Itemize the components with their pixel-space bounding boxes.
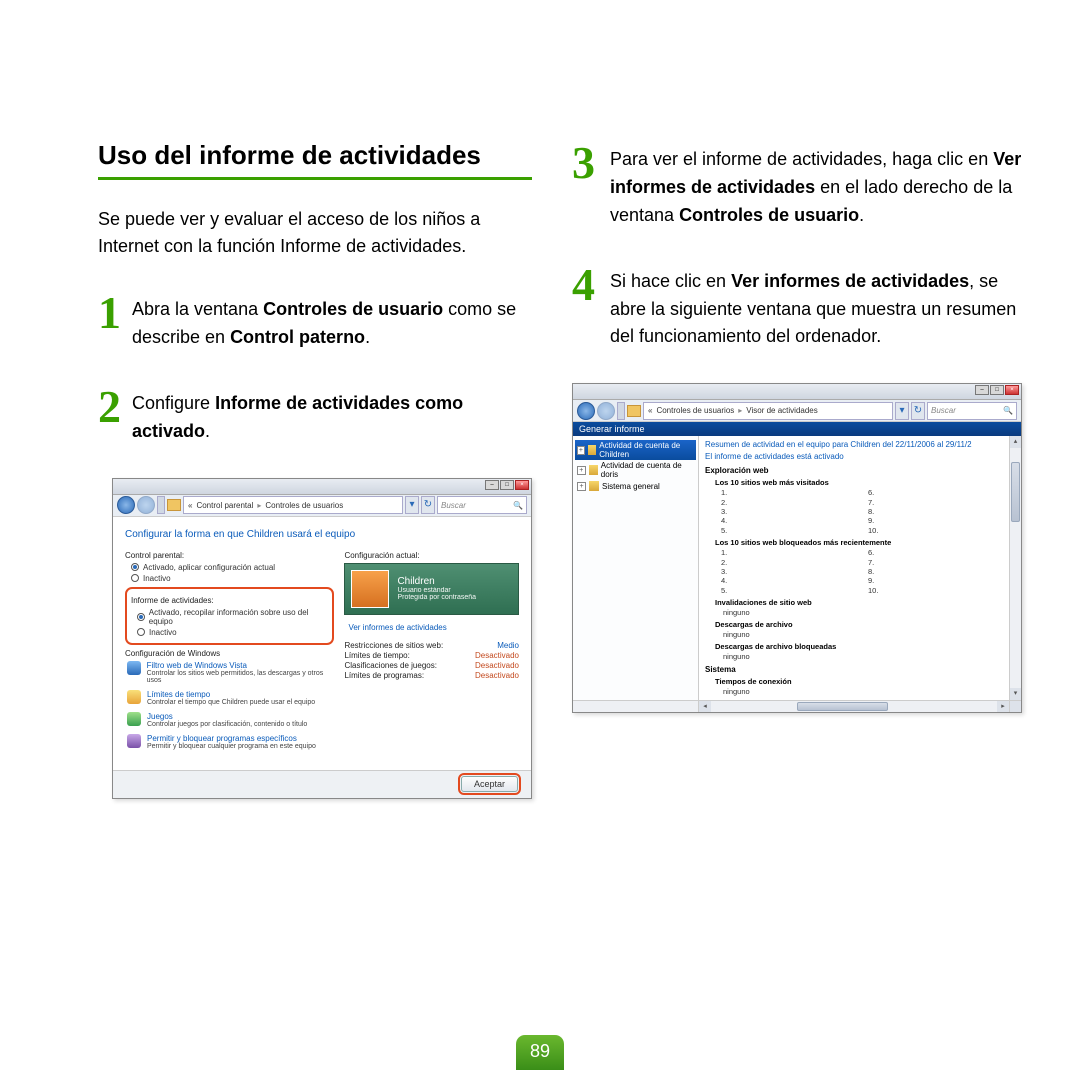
step-4: 4 Si hace clic en Ver informes de activi… bbox=[572, 262, 1022, 352]
section-heading: Uso del informe de actividades bbox=[98, 140, 532, 180]
activity-viewer-window: – □ × « Controles de usuarios ▸ Visor de… bbox=[572, 383, 1022, 713]
radio-on[interactable] bbox=[137, 613, 145, 621]
scroll-up-icon[interactable]: ▴ bbox=[1010, 436, 1021, 448]
scroll-thumb[interactable] bbox=[797, 702, 889, 711]
page-number-badge: 89 bbox=[0, 1035, 1080, 1070]
ok-button[interactable]: Aceptar bbox=[461, 776, 518, 792]
games-link[interactable]: Juegos bbox=[147, 712, 307, 721]
history-dropdown[interactable] bbox=[617, 402, 625, 420]
report-panel: Resumen de actividad en el equipo para C… bbox=[699, 436, 1021, 700]
scroll-right-icon[interactable]: ▸ bbox=[997, 701, 1009, 712]
radio-on[interactable] bbox=[131, 563, 139, 571]
search-icon: 🔍 bbox=[513, 501, 523, 510]
step-number: 1 bbox=[98, 290, 124, 352]
breadcrumb[interactable]: « Controles de usuarios ▸ Visor de activ… bbox=[643, 402, 893, 420]
search-input[interactable]: Buscar 🔍 bbox=[437, 496, 527, 514]
scroll-thumb[interactable] bbox=[1011, 462, 1020, 522]
tree-item-doris[interactable]: +Actividad de cuenta de doris bbox=[575, 460, 696, 480]
maximize-button[interactable]: □ bbox=[500, 480, 514, 490]
minimize-button[interactable]: – bbox=[975, 385, 989, 395]
time-limits-link[interactable]: Límites de tiempo bbox=[147, 690, 315, 699]
forward-button[interactable] bbox=[137, 496, 155, 514]
report-icon bbox=[589, 465, 598, 475]
search-input[interactable]: Buscar 🔍 bbox=[927, 402, 1017, 420]
clock-icon bbox=[127, 690, 141, 704]
refresh-button[interactable]: ↻ bbox=[911, 402, 925, 420]
programs-icon bbox=[127, 734, 141, 748]
refresh-dropdown[interactable]: ▾ bbox=[405, 496, 419, 514]
radio-off[interactable] bbox=[137, 628, 145, 636]
maximize-button[interactable]: □ bbox=[990, 385, 1004, 395]
games-icon bbox=[127, 712, 141, 726]
avatar bbox=[351, 570, 389, 608]
minimize-button[interactable]: – bbox=[485, 480, 499, 490]
report-icon bbox=[588, 445, 596, 455]
refresh-dropdown[interactable]: ▾ bbox=[895, 402, 909, 420]
allow-block-link[interactable]: Permitir y bloquear programas específico… bbox=[147, 734, 316, 743]
tree-item-system[interactable]: +Sistema general bbox=[575, 480, 696, 492]
window-titlebar: – □ × bbox=[573, 384, 1021, 400]
step-3: 3 Para ver el informe de actividades, ha… bbox=[572, 140, 1022, 230]
back-button[interactable] bbox=[577, 402, 595, 420]
expand-icon[interactable]: + bbox=[577, 446, 585, 455]
scroll-down-icon[interactable]: ▾ bbox=[1010, 688, 1021, 700]
close-button[interactable]: × bbox=[1005, 385, 1019, 395]
globe-icon bbox=[127, 661, 141, 675]
scroll-left-icon[interactable]: ◂ bbox=[699, 701, 711, 712]
blocked-sites-list: 1.2.3.4.5. 6.7.8.9.10. bbox=[721, 548, 1015, 595]
window-titlebar: – □ × bbox=[113, 479, 531, 495]
web-filter-link[interactable]: Filtro web de Windows Vista bbox=[147, 661, 335, 670]
expand-icon[interactable]: + bbox=[577, 466, 586, 475]
tree-item-children[interactable]: +Actividad de cuenta de Children bbox=[575, 440, 696, 460]
back-button[interactable] bbox=[117, 496, 135, 514]
top-sites-list: 1.2.3.4.5. 6.7.8.9.10. bbox=[721, 488, 1015, 535]
folder-icon bbox=[167, 499, 181, 511]
history-dropdown[interactable] bbox=[157, 496, 165, 514]
step-text: Abra la ventana Controles de usuario com… bbox=[132, 290, 532, 352]
folder-icon bbox=[627, 405, 641, 417]
toolbar-generate-report[interactable]: Generar informe bbox=[573, 422, 1021, 436]
tree-view: +Actividad de cuenta de Children +Activi… bbox=[573, 436, 699, 700]
forward-button[interactable] bbox=[597, 402, 615, 420]
search-icon: 🔍 bbox=[1003, 406, 1013, 415]
horizontal-scrollbar[interactable]: ◂ ▸ bbox=[573, 700, 1021, 712]
intro-paragraph: Se puede ver y evaluar el acceso de los … bbox=[98, 206, 532, 260]
breadcrumb[interactable]: « Control parental ▸ Controles de usuari… bbox=[183, 496, 403, 514]
parental-controls-window: – □ × « Control parental ▸ Controles de … bbox=[112, 478, 532, 799]
highlighted-ok-button: Aceptar bbox=[458, 773, 521, 795]
page-title: Configurar la forma en que Children usar… bbox=[125, 529, 519, 540]
report-icon bbox=[589, 481, 599, 491]
highlighted-activity-reporting: Informe de actividades: Activado, recopi… bbox=[125, 587, 334, 645]
address-bar: « Control parental ▸ Controles de usuari… bbox=[113, 495, 531, 517]
step-1: 1 Abra la ventana Controles de usuario c… bbox=[98, 290, 532, 352]
view-activity-reports-link[interactable]: Ver informes de actividades bbox=[348, 623, 446, 632]
step-2: 2 Configure Informe de actividades como … bbox=[98, 384, 532, 446]
refresh-button[interactable]: ↻ bbox=[421, 496, 435, 514]
user-card: Children Usuario estándar Protegida por … bbox=[344, 563, 519, 615]
close-button[interactable]: × bbox=[515, 480, 529, 490]
vertical-scrollbar[interactable]: ▴ ▾ bbox=[1009, 436, 1021, 700]
radio-off[interactable] bbox=[131, 574, 139, 582]
expand-icon[interactable]: + bbox=[577, 482, 586, 491]
